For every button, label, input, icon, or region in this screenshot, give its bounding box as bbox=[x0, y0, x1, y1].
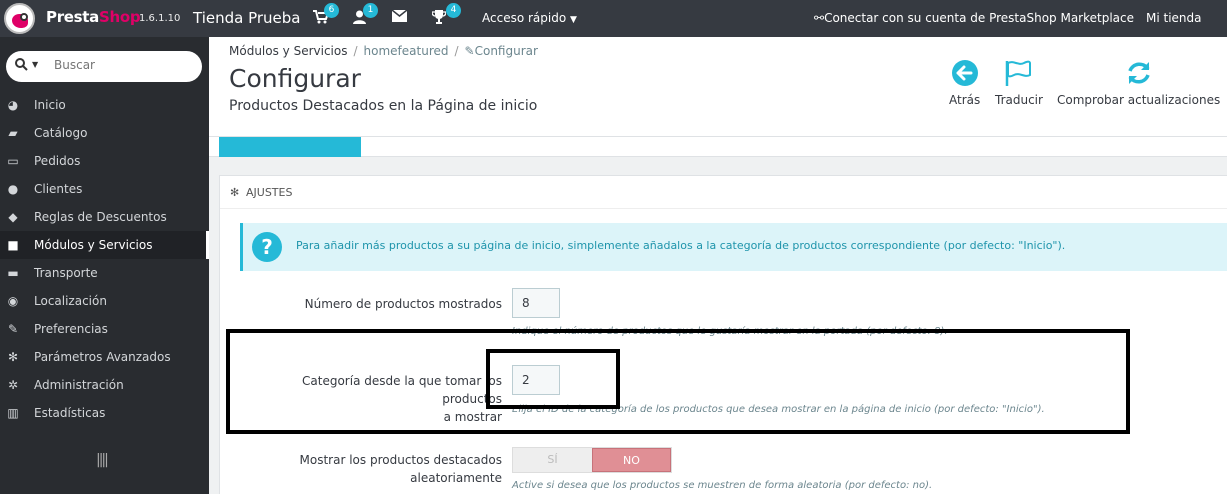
random-toggle[interactable]: SÍ NO bbox=[512, 447, 672, 473]
search-input[interactable] bbox=[54, 58, 194, 72]
cogs-icon: ✻ bbox=[7, 350, 19, 364]
tachometer-icon: ◕ bbox=[7, 98, 19, 112]
page-title: Configurar bbox=[229, 64, 361, 93]
toggle-yes[interactable]: SÍ bbox=[513, 448, 592, 472]
panel-heading: ✻ Ajustes bbox=[220, 176, 1227, 209]
collapse-menu-icon[interactable]: |||| bbox=[96, 452, 109, 468]
users-icon: ● bbox=[7, 182, 19, 196]
sidebar-item-transporte[interactable]: ▬ Transporte bbox=[0, 259, 209, 287]
marketplace-connect-link[interactable]: ⚯Conectar con su cuenta de PrestaShop Ma… bbox=[814, 11, 1134, 25]
search-icon[interactable] bbox=[15, 58, 28, 75]
bar-chart-icon: ▥ bbox=[7, 406, 19, 420]
caret-down-icon: ▼ bbox=[570, 15, 577, 25]
translate-button[interactable]: Traducir bbox=[995, 59, 1043, 107]
sidebar-item-pedidos[interactable]: ▭ Pedidos bbox=[0, 147, 209, 175]
version-label: 1.6.1.10 bbox=[139, 13, 181, 24]
tab-active[interactable] bbox=[219, 137, 361, 157]
credit-card-icon: ▭ bbox=[7, 154, 19, 168]
nb-products-label: Número de productos mostrados bbox=[304, 297, 502, 311]
sidebar-item-clientes[interactable]: ● Clientes bbox=[0, 175, 209, 203]
breadcrumb: Módulos y Servicios / homefeatured / ✎Config… bbox=[229, 44, 538, 58]
prestashop-logo[interactable] bbox=[4, 3, 35, 34]
sidebar-item-estadisticas[interactable]: ▥ Estadísticas bbox=[0, 399, 209, 427]
sidebar-item-preferencias[interactable]: ✎ Preferencias bbox=[0, 315, 209, 343]
cog-icon: ✲ bbox=[7, 378, 19, 392]
nb-products-help: Indique el número de productos que le gu… bbox=[512, 326, 948, 337]
truck-icon: ▬ bbox=[7, 266, 19, 280]
breadcrumb-item[interactable]: homefeatured bbox=[364, 44, 449, 58]
trophy-icon[interactable] bbox=[431, 10, 447, 26]
random-label: Mostrar los productos destacados aleator… bbox=[299, 453, 502, 485]
category-help: Elija el ID de la categoría de los produ… bbox=[512, 404, 1045, 415]
sidebar-item-catalogo[interactable]: ▰ Catálogo bbox=[0, 119, 209, 147]
random-help: Active si desea que los productos se mue… bbox=[512, 480, 933, 491]
check-updates-button[interactable]: Comprobar actualizaciones bbox=[1057, 59, 1220, 107]
sidebar: ▼ ◕ Inicio ▰ Catálogo ▭ Pedidos ● Client… bbox=[0, 37, 209, 494]
book-icon: ▰ bbox=[8, 126, 18, 140]
trophy-badge: 4 bbox=[446, 3, 461, 18]
toggle-no[interactable]: NO bbox=[592, 448, 671, 472]
brand-name: PrestaShop bbox=[46, 8, 141, 26]
sidebar-item-localizacion[interactable]: ◉ Localización bbox=[0, 287, 209, 315]
wrench-icon: ✎ bbox=[464, 44, 475, 58]
breadcrumb-current: Configurar bbox=[474, 44, 538, 58]
search-box: ▼ bbox=[6, 51, 202, 82]
settings-panel: ✻ Ajustes ? Para añadir más productos a … bbox=[219, 175, 1227, 494]
sidebar-item-parametros[interactable]: ✻ Parámetros Avanzados bbox=[0, 343, 209, 371]
sidebar-item-administracion[interactable]: ✲ Administración bbox=[0, 371, 209, 399]
sidebar-item-descuentos[interactable]: ◆ Reglas de Descuentos bbox=[0, 203, 209, 231]
nb-products-input[interactable] bbox=[512, 288, 560, 318]
puzzle-icon: ■ bbox=[7, 238, 19, 252]
page-subtitle: Productos Destacados en la Página de ini… bbox=[229, 98, 538, 114]
customers-badge: 1 bbox=[363, 3, 378, 18]
envelope-icon[interactable] bbox=[391, 9, 407, 26]
my-store-link[interactable]: Mi tienda bbox=[1146, 11, 1202, 25]
wrench-icon: ✎ bbox=[7, 322, 19, 336]
category-input[interactable] bbox=[512, 365, 560, 395]
globe-icon: ◉ bbox=[7, 294, 19, 308]
flag-icon bbox=[995, 59, 1043, 87]
caret-down-icon[interactable]: ▼ bbox=[32, 60, 38, 69]
main-menu: ◕ Inicio ▰ Catálogo ▭ Pedidos ● Clientes… bbox=[0, 91, 209, 427]
question-circle-icon: ? bbox=[252, 232, 282, 262]
tags-icon: ◆ bbox=[8, 210, 18, 224]
chain-icon: ⚯ bbox=[814, 11, 825, 25]
breadcrumb-item[interactable]: Módulos y Servicios bbox=[229, 44, 347, 58]
sidebar-item-modulos[interactable]: ■ Módulos y Servicios bbox=[0, 231, 209, 259]
info-alert: ? Para añadir más productos a su página … bbox=[240, 223, 1227, 271]
cogs-icon: ✻ bbox=[230, 186, 240, 199]
tab-strip bbox=[209, 137, 1227, 157]
refresh-icon bbox=[1057, 59, 1220, 87]
page-header: Módulos y Servicios / homefeatured / ✎Config… bbox=[209, 37, 1227, 137]
back-button[interactable]: Atrás bbox=[949, 59, 980, 107]
arrow-circle-left-icon bbox=[949, 59, 980, 87]
quick-access-menu[interactable]: Acceso rápido ▼ bbox=[482, 11, 577, 25]
cart-badge: 6 bbox=[324, 3, 339, 18]
sidebar-item-inicio[interactable]: ◕ Inicio bbox=[0, 91, 209, 119]
category-label: Categoría desde la que tomar los product… bbox=[302, 374, 502, 424]
shop-name[interactable]: Tienda Prueba bbox=[193, 9, 300, 27]
top-navbar: PrestaShop 1.6.1.10 Tienda Prueba 6 1 4 … bbox=[0, 0, 1227, 37]
